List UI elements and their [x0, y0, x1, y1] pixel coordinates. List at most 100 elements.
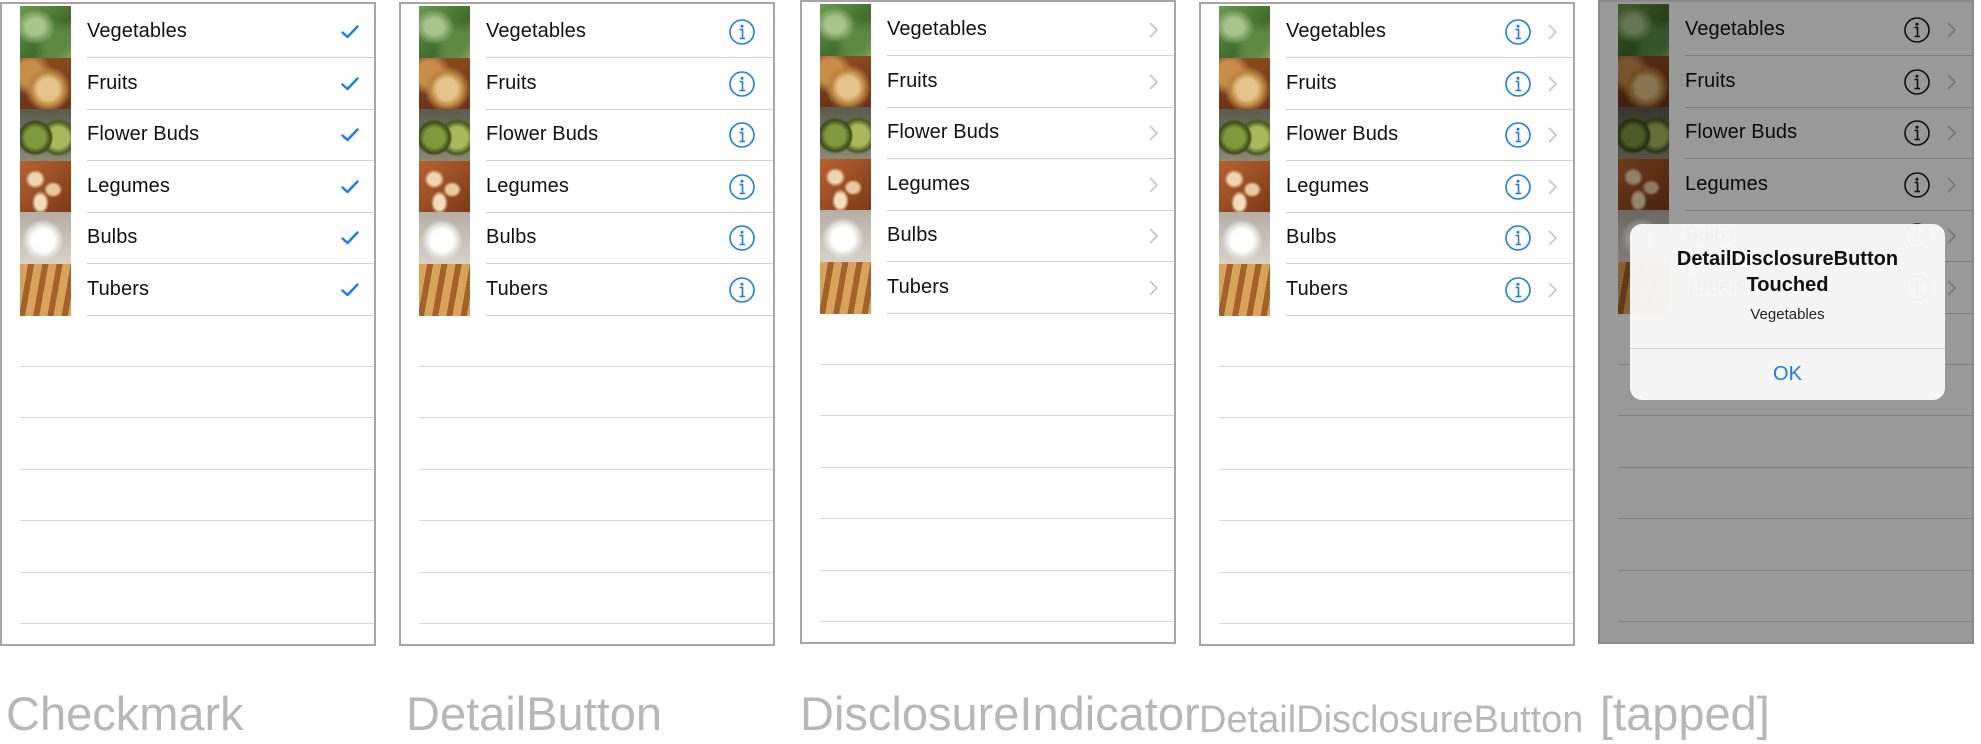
info-circle-icon[interactable]	[727, 109, 757, 161]
empty-row-separator	[820, 415, 1174, 416]
empty-row-separator	[1219, 520, 1573, 521]
item-thumbnail	[820, 158, 871, 211]
checkmark-table-panel: Vegetables Fruits Flower Buds Legumes Bulbs T…	[0, 2, 376, 646]
row-label: Vegetables	[486, 20, 586, 42]
chevron-right-icon	[1545, 6, 1561, 58]
empty-row-separator	[419, 520, 773, 521]
item-thumbnail	[20, 109, 71, 161]
info-circle-icon[interactable]	[1503, 58, 1533, 110]
row-label: Tubers	[1286, 277, 1349, 300]
empty-row-separator	[820, 569, 1174, 571]
empty-row-separator	[419, 623, 773, 624]
row-label: Flower Buds	[1286, 123, 1399, 145]
alert-ok-button[interactable]: OK	[1630, 348, 1945, 400]
table-row[interactable]: Legumes	[820, 158, 1174, 211]
row-label: Flower Buds	[887, 121, 1000, 143]
row-label: Flower Buds	[87, 123, 200, 145]
empty-row-separator	[1219, 468, 1573, 470]
table-row[interactable]: Fruits	[20, 57, 374, 110]
chevron-right-icon	[1545, 58, 1561, 110]
alert-message: Vegetables	[1750, 306, 1825, 323]
checkmark-icon	[338, 6, 362, 58]
empty-row-separator	[820, 363, 1174, 365]
table-row[interactable]: Bulbs	[1219, 212, 1573, 264]
row-label: Fruits	[1286, 71, 1337, 94]
info-circle-icon[interactable]	[727, 6, 757, 58]
empty-row-separator	[820, 518, 1174, 519]
item-thumbnail	[419, 57, 470, 110]
checkmark-icon	[338, 161, 362, 213]
table-row[interactable]: Tubers	[419, 263, 773, 316]
table-row[interactable]: Legumes	[419, 160, 773, 213]
table-row[interactable]: Bulbs	[820, 210, 1174, 262]
row-label: Legumes	[486, 174, 569, 197]
table-row[interactable]: Fruits	[820, 55, 1174, 108]
empty-row-separator	[20, 571, 374, 573]
chevron-right-icon	[1146, 159, 1162, 211]
item-thumbnail	[820, 4, 871, 56]
empty-row-separator	[820, 621, 1174, 622]
row-label: Bulbs	[887, 224, 938, 246]
table-row[interactable]: Legumes	[1219, 160, 1573, 213]
table-row[interactable]: Vegetables	[820, 4, 1174, 56]
row-label: Fruits	[887, 69, 938, 92]
empty-row-separator	[419, 417, 773, 418]
item-thumbnail	[20, 6, 71, 58]
empty-row-separator	[20, 468, 374, 470]
panel-caption-disclosure-indicator: DisclosureIndicator	[800, 687, 1200, 740]
table-row[interactable]: Tubers	[1219, 263, 1573, 316]
row-label: Vegetables	[887, 18, 987, 40]
chevron-right-icon	[1146, 107, 1162, 159]
empty-row-separator	[20, 417, 374, 418]
item-thumbnail	[20, 212, 71, 264]
table-row[interactable]: Tubers	[820, 261, 1174, 314]
panel-caption-checkmark: Checkmark	[6, 687, 244, 740]
table-row[interactable]: Vegetables	[1219, 6, 1573, 58]
table-row[interactable]: Flower Buds	[1219, 109, 1573, 161]
empty-row-separator	[1219, 571, 1573, 573]
info-circle-icon[interactable]	[1503, 6, 1533, 58]
chevron-right-icon	[1146, 56, 1162, 108]
row-label: Legumes	[87, 174, 170, 197]
empty-row-separator	[1219, 623, 1573, 624]
table-row[interactable]: Flower Buds	[20, 109, 374, 161]
row-label: Legumes	[1286, 174, 1369, 197]
row-label: Bulbs	[1286, 226, 1337, 248]
table-row[interactable]: Legumes	[20, 160, 374, 213]
table-row[interactable]: Bulbs	[419, 212, 773, 264]
row-separator	[887, 312, 1174, 314]
row-label: Bulbs	[486, 226, 537, 248]
panel-caption-detail-disclosure: DetailDisclosureButton	[1199, 699, 1584, 741]
table-row[interactable]: Fruits	[1219, 57, 1573, 110]
info-circle-icon[interactable]	[1503, 109, 1533, 161]
info-circle-icon[interactable]	[1503, 212, 1533, 264]
item-thumbnail	[20, 160, 71, 213]
checkmark-icon	[338, 58, 362, 110]
table-row[interactable]: Vegetables	[419, 6, 773, 58]
item-thumbnail	[419, 160, 470, 213]
item-thumbnail	[820, 210, 871, 262]
item-thumbnail	[1219, 212, 1270, 264]
table-row[interactable]: Bulbs	[20, 212, 374, 264]
table-row[interactable]: Flower Buds	[419, 109, 773, 161]
table-row[interactable]: Flower Buds	[820, 107, 1174, 159]
info-circle-icon[interactable]	[727, 161, 757, 213]
table-row[interactable]: Tubers	[20, 263, 374, 316]
table-row[interactable]: Vegetables	[20, 6, 374, 58]
table-row[interactable]: Fruits	[419, 57, 773, 110]
info-circle-icon[interactable]	[727, 212, 757, 264]
item-thumbnail	[820, 107, 871, 159]
empty-row-separator	[820, 466, 1174, 468]
item-thumbnail	[1219, 263, 1270, 316]
item-thumbnail	[419, 6, 470, 58]
item-thumbnail	[1219, 57, 1270, 110]
empty-row-separator	[20, 520, 374, 521]
detail-disclosure-table-panel: Vegetables Fruits Flower Buds Legumes Bulbs T…	[1199, 2, 1575, 646]
info-circle-icon[interactable]	[727, 58, 757, 110]
row-label: Fruits	[87, 71, 138, 94]
item-thumbnail	[820, 55, 871, 108]
info-circle-icon[interactable]	[1503, 161, 1533, 213]
info-circle-icon[interactable]	[727, 264, 757, 316]
chevron-right-icon	[1146, 4, 1162, 56]
info-circle-icon[interactable]	[1503, 264, 1533, 316]
